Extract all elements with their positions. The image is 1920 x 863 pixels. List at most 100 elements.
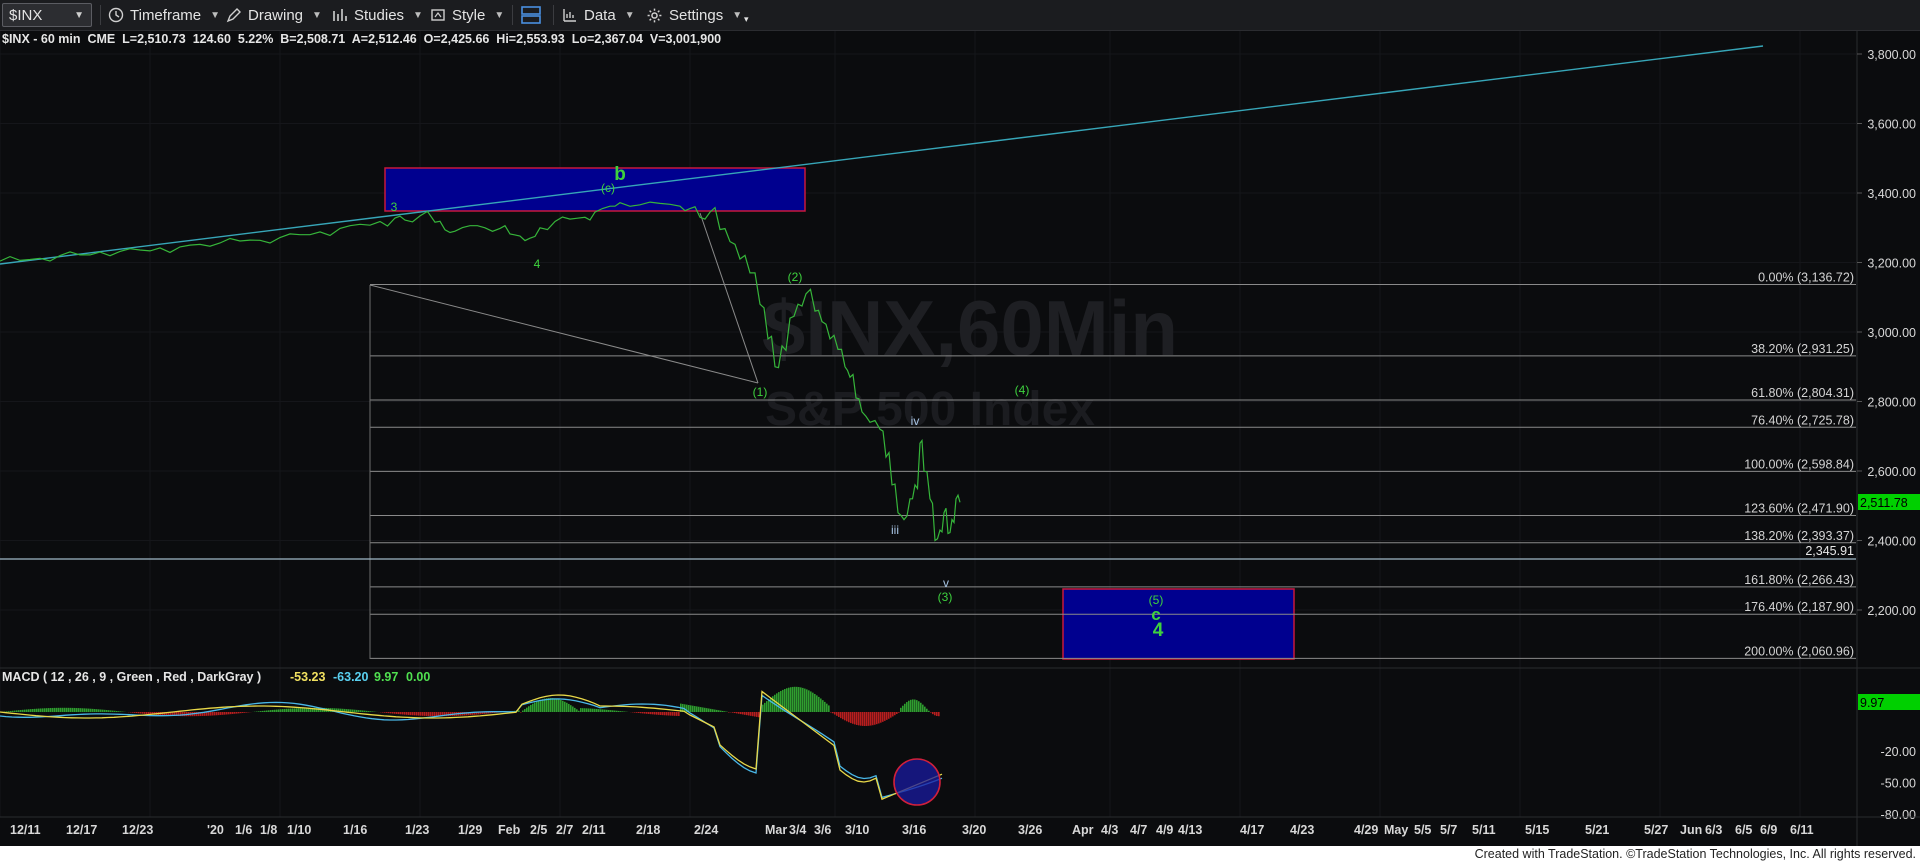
fib-level-label: 0.00% (3,136.72)	[1758, 270, 1854, 284]
wave-label-1: (1)	[753, 385, 768, 399]
price-axis-label: 3,000.00	[1867, 326, 1916, 340]
chevron-down-icon: ▼	[494, 9, 505, 21]
macd-last-label: 9.97	[1860, 696, 1884, 710]
time-axis-label: 2/18	[636, 823, 660, 837]
chevron-down-icon: ▼	[74, 10, 84, 21]
studies-button[interactable]: Studies ▼	[332, 4, 423, 26]
wave-label-3-paren: (3)	[938, 590, 953, 604]
symbol-selector[interactable]: $INX ▼	[2, 3, 92, 27]
layout-button[interactable]	[520, 4, 542, 26]
style-icon	[431, 9, 445, 21]
svg-text:-20.00: -20.00	[1881, 745, 1916, 759]
wave-label-iii: iii	[891, 523, 899, 537]
watermark-description: S&P 500 Index	[765, 383, 1095, 436]
style-label: Style	[452, 6, 486, 24]
time-axis-label: 4/7	[1130, 823, 1147, 837]
time-axis-label: 5/11	[1472, 823, 1496, 837]
time-axis-label: Jun	[1680, 823, 1702, 837]
chevron-down-icon: ▼	[413, 9, 423, 21]
toolbar-divider	[100, 5, 101, 25]
gear-icon	[647, 8, 662, 22]
time-axis-label: 4/23	[1290, 823, 1314, 837]
wave-label-v: v	[943, 576, 949, 590]
wave-label-b: b	[614, 164, 626, 185]
macd-value: -53.23	[290, 670, 325, 684]
fib-level-label: 138.20% (2,393.37)	[1744, 529, 1854, 543]
time-axis-label: 5/21	[1585, 823, 1609, 837]
time-axis-label: 6/11	[1790, 823, 1814, 837]
last-price-label: 2,511.78	[1860, 496, 1908, 510]
fib-level-label: 100.00% (2,598.84)	[1744, 457, 1854, 471]
timeframe-button[interactable]: Timeframe ▼	[108, 4, 220, 26]
drawing-label: Drawing	[248, 6, 304, 24]
fib-level-label: 76.40% (2,725.78)	[1751, 413, 1854, 427]
chevron-down-icon: ▼	[312, 9, 322, 21]
fib-level-label: 200.00% (2,060.96)	[1744, 644, 1854, 658]
watermark-symbol: $INX,60Min	[762, 284, 1178, 372]
timeframe-label: Timeframe	[130, 6, 202, 24]
time-axis-label: 12/17	[66, 823, 97, 837]
toolbar: $INX ▼ Timeframe ▼ Drawing ▼ Studies ▼ S…	[0, 0, 1920, 31]
macd-axis: -20.00 -50.00 -80.00	[1881, 745, 1916, 822]
wave-label-4-big: 4	[1153, 620, 1164, 641]
time-axis-label: 5/15	[1525, 823, 1549, 837]
overflow-menu-icon[interactable]: ▾	[744, 8, 749, 30]
wave-label-4: (4)	[1015, 383, 1030, 397]
time-axis-label: 1/16	[343, 823, 367, 837]
style-button[interactable]: Style ▼	[430, 4, 504, 26]
price-axis-label: 2,600.00	[1867, 465, 1916, 479]
time-axis-label: 4/3	[1101, 823, 1118, 837]
horizontal-line-label: 2,345.91	[1805, 544, 1854, 558]
chevron-down-icon: ▼	[732, 9, 743, 21]
data-button[interactable]: Data ▼	[562, 4, 635, 26]
price-axis-label: 3,400.00	[1867, 187, 1916, 201]
price-axis-label: 3,800.00	[1867, 48, 1916, 62]
time-axis-label: 3/26	[1018, 823, 1042, 837]
time-axis-label: Apr	[1072, 823, 1094, 837]
settings-label: Settings	[669, 6, 724, 24]
copyright-text: Created with TradeStation. ©TradeStation…	[1474, 847, 1916, 861]
time-axis-label: May	[1384, 823, 1408, 837]
time-axis-label: 12/11	[10, 823, 41, 837]
time-axis-label: 5/7	[1440, 823, 1457, 837]
time-axis-label: 5/27	[1644, 823, 1668, 837]
time-axis-label: 1/6	[235, 823, 252, 837]
macd-zero: 0.00	[406, 670, 430, 684]
target-box-b	[384, 167, 806, 212]
drawing-button[interactable]: Drawing ▼	[226, 4, 322, 26]
chart-canvas[interactable]: $INX,60Min S&P 500 Index $INX - 60 min C…	[0, 31, 1920, 846]
time-axis-label: 3/10	[845, 823, 869, 837]
symbol-text: $INX	[9, 6, 43, 24]
time-axis-label: 6/5	[1735, 823, 1752, 837]
toolbar-divider	[553, 5, 554, 25]
time-axis-label: 2/24	[694, 823, 718, 837]
price-axis-label: 3,600.00	[1867, 118, 1916, 132]
wave-label-3: 3	[391, 200, 398, 214]
chevron-down-icon: ▼	[624, 9, 635, 21]
time-axis-label: 3/6	[814, 823, 831, 837]
target-box-c	[1062, 588, 1295, 660]
settings-button[interactable]: Settings ▼	[646, 4, 742, 26]
clock-icon	[108, 7, 124, 23]
price-axis-label: 2,400.00	[1867, 535, 1916, 549]
fib-level-label: 161.80% (2,266.43)	[1744, 573, 1854, 587]
studies-icon	[333, 9, 347, 21]
macd-signal: -63.20	[333, 670, 368, 684]
time-axis-label: 4/13	[1178, 823, 1202, 837]
time-axis-label: Feb	[498, 823, 521, 837]
wave-label-iv: iv	[911, 414, 920, 428]
time-axis-label: 1/23	[405, 823, 429, 837]
time-axis-label: 6/3	[1705, 823, 1722, 837]
wave-label-4-small: 4	[534, 257, 541, 271]
fib-level-label: 123.60% (2,471.90)	[1744, 502, 1854, 516]
fib-level-label: 176.40% (2,187.90)	[1744, 600, 1854, 614]
time-axis-label: 2/7	[556, 823, 573, 837]
footer: Created with TradeStation. ©TradeStation…	[0, 846, 1920, 863]
time-axis-label: 4/17	[1240, 823, 1264, 837]
time-axis-label: 2/11	[582, 823, 606, 837]
pencil-icon	[226, 8, 241, 23]
fib-level-label: 61.80% (2,804.31)	[1751, 386, 1854, 400]
data-label: Data	[584, 6, 616, 24]
time-axis-label: 1/10	[287, 823, 311, 837]
macd-title: MACD ( 12 , 26 , 9 , Green , Red , DarkG…	[2, 670, 261, 684]
